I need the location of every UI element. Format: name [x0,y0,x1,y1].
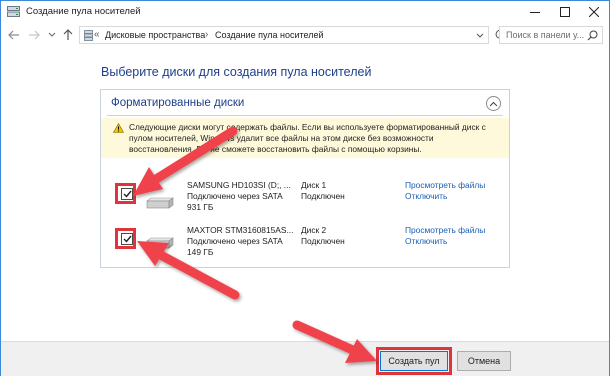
hard-drive-icon [146,237,174,249]
chevron-down-icon [48,32,56,37]
create-pool-window: Создание пула носителей « Дисковые прост… [0,0,610,376]
back-arrow-icon [8,30,19,40]
disk-2-status: Подключен [301,236,345,246]
hard-drive-icon [146,197,174,209]
title-bar: Создание пула носителей [1,1,609,23]
create-pool-highlight [376,347,452,375]
disk-2-label: Диск 2 [301,225,327,235]
address-dropdown-icon[interactable] [476,33,484,39]
search-icon [587,30,598,41]
forward-button[interactable] [27,27,41,43]
chevron-up-icon [489,101,498,106]
up-arrow-icon [63,29,73,40]
maximize-icon [560,7,570,17]
footer-bar: Создать пул Отмена [1,341,609,376]
breadcrumb-create-pool[interactable]: Создание пула носителей [215,30,324,40]
group-divider [107,115,503,116]
control-panel-icon [84,30,93,41]
warning-icon [113,123,124,133]
search-placeholder: Поиск в панели у... [506,30,585,40]
collapse-button[interactable] [486,96,501,111]
checkbox-2-highlight [115,228,136,249]
disk-1-name: SAMSUNG HD103SI (D;, ... [187,180,291,190]
search-input[interactable]: Поиск в панели у... [499,26,603,44]
up-button[interactable] [61,27,75,43]
group-title: Форматированные диски [111,97,245,109]
storage-spaces-icon [7,6,20,17]
disk-2-name: MAXTOR STM3160815AS... [187,225,294,235]
warning-banner: Следующие диски могут содержать файлы. Е… [101,118,509,158]
checkbox-1-highlight [115,183,136,204]
disk-1-disconnect-link[interactable]: Отключить [405,191,447,201]
recent-locations-button[interactable] [45,27,59,43]
forward-arrow-icon [29,30,40,40]
warning-text: Следующие диски могут содержать файлы. Е… [129,122,486,154]
address-bar[interactable]: « Дисковые пространства › Создание пула … [79,26,489,44]
formatted-disks-group: Форматированные диски Следующие диски мо… [100,89,510,268]
disk-1-connection: Подключено через SATA [187,191,283,201]
minimize-button[interactable] [520,1,550,23]
breadcrumb-separator-icon: › [205,29,209,40]
disk-2-connection: Подключено через SATA [187,236,283,246]
disk-2-size: 149 ГБ [187,247,214,257]
group-header: Форматированные диски [101,90,509,116]
disk-1-status: Подключен [301,191,345,201]
minimize-icon [530,12,540,13]
back-button[interactable] [7,27,21,43]
breadcrumb-overflow[interactable]: « [94,29,100,40]
maximize-button[interactable] [550,1,580,23]
navigation-bar: « Дисковые пространства › Создание пула … [1,23,609,47]
cancel-button[interactable]: Отмена [457,351,511,371]
disk-2-disconnect-link[interactable]: Отключить [405,236,447,246]
close-button[interactable] [579,1,609,23]
disk-1-label: Диск 1 [301,180,327,190]
disk-1-size: 931 ГБ [187,202,214,212]
page-title: Выберите диски для создания пула носител… [101,65,372,79]
disk-2-view-files-link[interactable]: Просмотреть файлы [405,225,485,235]
breadcrumb-storage-spaces[interactable]: Дисковые пространства [105,30,205,40]
close-icon [589,7,599,17]
disk-1-view-files-link[interactable]: Просмотреть файлы [405,180,485,190]
window-title: Создание пула носителей [26,6,141,17]
